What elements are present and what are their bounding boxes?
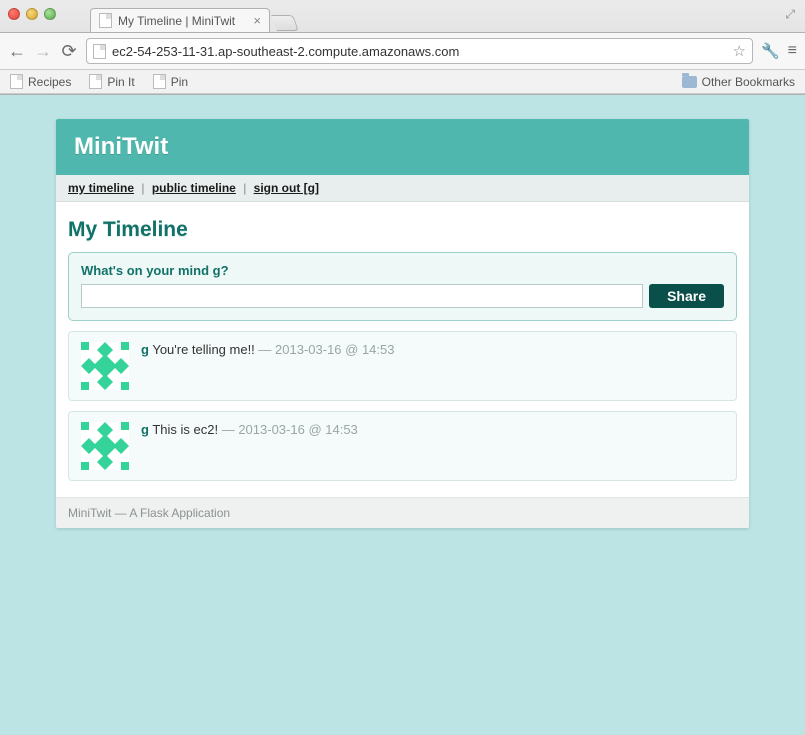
- twit-list: g You're telling me!! — 2013-03-16 @ 14:…: [68, 331, 737, 481]
- nav-separator: |: [141, 181, 144, 195]
- content: My Timeline What's on your mind g? Share…: [56, 202, 749, 497]
- bookmark-label: Recipes: [28, 75, 71, 89]
- wrench-icon[interactable]: 🔧: [761, 42, 780, 60]
- page-background: MiniTwit my timeline | public timeline |…: [0, 95, 805, 735]
- avatar: [81, 342, 129, 390]
- app-footer: MiniTwit — A Flask Application: [56, 497, 749, 528]
- forward-button[interactable]: →: [34, 41, 52, 62]
- bookmark-label: Other Bookmarks: [702, 75, 795, 89]
- share-button[interactable]: Share: [649, 284, 724, 308]
- minimize-window-button[interactable]: [26, 8, 38, 20]
- back-button[interactable]: ←: [8, 41, 26, 62]
- twit-text: This is ec2!: [152, 422, 218, 437]
- reload-button[interactable]: ⟳: [60, 41, 78, 62]
- address-bar[interactable]: ☆: [86, 38, 753, 64]
- url-input[interactable]: [112, 44, 727, 59]
- twit-text: You're telling me!!: [152, 342, 254, 357]
- menu-icon[interactable]: ≡: [788, 42, 797, 60]
- tab-bar: My Timeline | MiniTwit ×: [0, 4, 805, 32]
- twit-meta: — 2013-03-16 @ 14:53: [258, 342, 394, 357]
- bookmarks-bar: Recipes Pin It Pin Other Bookmarks: [0, 70, 805, 94]
- composer: What's on your mind g? Share: [68, 252, 737, 321]
- other-bookmarks[interactable]: Other Bookmarks: [682, 75, 795, 89]
- browser-chrome: ⤢ My Timeline | MiniTwit × ← → ⟳ ☆ 🔧 ≡ R…: [0, 0, 805, 95]
- bookmark-label: Pin: [171, 75, 188, 89]
- bookmark-label: Pin It: [107, 75, 134, 89]
- bookmark-item[interactable]: Pin: [153, 74, 188, 89]
- browser-tab[interactable]: My Timeline | MiniTwit ×: [90, 8, 270, 32]
- close-window-button[interactable]: [8, 8, 20, 20]
- nav-separator: |: [243, 181, 246, 195]
- composer-label: What's on your mind g?: [81, 263, 724, 278]
- page-icon: [89, 74, 102, 89]
- composer-row: Share: [81, 284, 724, 308]
- app-header: MiniTwit: [56, 119, 749, 175]
- zoom-window-button[interactable]: [44, 8, 56, 20]
- twit-body: g This is ec2! — 2013-03-16 @ 14:53: [141, 422, 358, 437]
- twit-item: g You're telling me!! — 2013-03-16 @ 14:…: [68, 331, 737, 401]
- twit-item: g This is ec2! — 2013-03-16 @ 14:53: [68, 411, 737, 481]
- app-container: MiniTwit my timeline | public timeline |…: [56, 119, 749, 528]
- bookmark-item[interactable]: Recipes: [10, 74, 71, 89]
- bookmark-star-icon[interactable]: ☆: [733, 42, 746, 60]
- page-icon: [10, 74, 23, 89]
- folder-icon: [682, 76, 697, 88]
- twit-meta: — 2013-03-16 @ 14:53: [222, 422, 358, 437]
- new-tab-button[interactable]: [271, 15, 299, 31]
- expand-icon[interactable]: ⤢: [783, 7, 797, 22]
- bookmark-item[interactable]: Pin It: [89, 74, 134, 89]
- twit-user-link[interactable]: g: [141, 342, 149, 357]
- avatar: [81, 422, 129, 470]
- twit-user-link[interactable]: g: [141, 422, 149, 437]
- page-heading: My Timeline: [68, 218, 737, 242]
- page-icon: [153, 74, 166, 89]
- toolbar: ← → ⟳ ☆ 🔧 ≡: [0, 32, 805, 70]
- nav-public-timeline[interactable]: public timeline: [152, 181, 236, 195]
- nav-my-timeline[interactable]: my timeline: [68, 181, 134, 195]
- tab-title: My Timeline | MiniTwit: [118, 14, 247, 28]
- twit-body: g You're telling me!! — 2013-03-16 @ 14:…: [141, 342, 394, 357]
- close-tab-icon[interactable]: ×: [253, 13, 261, 28]
- app-title: MiniTwit: [74, 133, 731, 161]
- page-icon: [99, 13, 112, 28]
- app-nav: my timeline | public timeline | sign out…: [56, 175, 749, 202]
- nav-sign-out[interactable]: sign out [g]: [254, 181, 319, 195]
- composer-input[interactable]: [81, 284, 643, 308]
- page-icon: [93, 44, 106, 59]
